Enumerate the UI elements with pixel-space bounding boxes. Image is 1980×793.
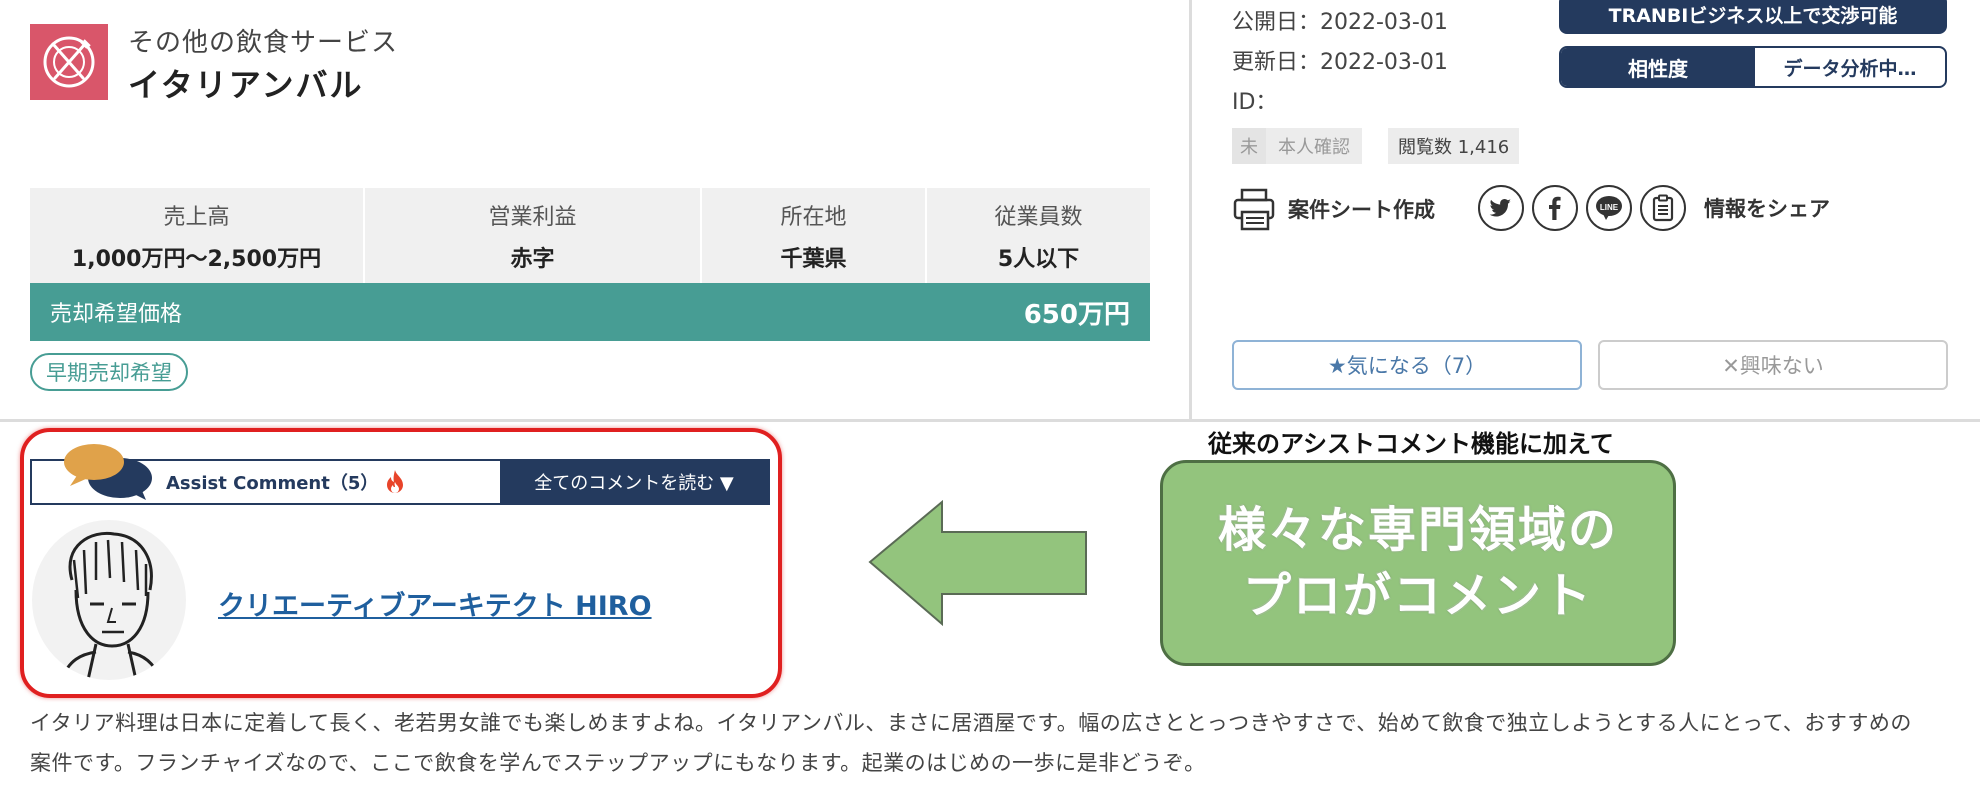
- verification-label: 本人確認: [1278, 137, 1350, 158]
- clipboard-icon[interactable]: [1640, 185, 1686, 231]
- stat-employees: 従業員数 5人以下: [927, 188, 1150, 283]
- annotation-caption: 従来のアシストコメント機能に加えて: [1208, 430, 1614, 458]
- compatibility-status: データ分析中…: [1783, 57, 1917, 80]
- unverified-mark: 未: [1232, 128, 1266, 164]
- promo-line-1: 様々な専門領域の: [1217, 502, 1618, 558]
- category-icon: [30, 24, 108, 100]
- stat-value: 千葉県: [780, 246, 847, 272]
- commenter-name-link[interactable]: クリエーティブアーキテクト HIRO: [218, 584, 652, 623]
- tranbi-plan-button[interactable]: TRANBIビジネス以上で交渉可能: [1559, 0, 1947, 34]
- promo-box: 様々な専門領域の プロがコメント: [1160, 460, 1676, 666]
- stat-label: 従業員数: [994, 204, 1083, 230]
- share-bar: LINE 情報をシェア: [1478, 185, 1830, 231]
- stats-table: 売上高 1,000万円〜2,500万円 営業利益 赤字 所在地 千葉県 従業員数…: [30, 188, 1150, 283]
- left-arrow-icon: [868, 500, 1087, 627]
- not-interested-button[interactable]: ✕興味ない: [1598, 340, 1948, 390]
- twitter-icon[interactable]: [1478, 185, 1524, 231]
- stat-label: 所在地: [780, 204, 847, 230]
- updated-date: 更新日：2022-03-01: [1232, 50, 1448, 75]
- category-subtitle: その他の飲食サービス: [128, 28, 399, 58]
- vertical-divider: [1189, 0, 1192, 420]
- identity-verification-badge: 未 本人確認: [1232, 128, 1362, 164]
- listing-description: イタリア料理は日本に定着して長く、老若男女誰でも楽しめますよね。イタリアンバル、…: [30, 711, 1912, 775]
- stat-value: 1,000万円〜2,500万円: [71, 246, 322, 272]
- compatibility-label: 相性度: [1561, 48, 1755, 86]
- horizontal-divider: [0, 419, 1980, 422]
- asking-price-bar: 売却希望価格 650万円: [30, 283, 1150, 341]
- early-sale-tag[interactable]: 早期売却希望: [30, 353, 188, 391]
- stat-operating-profit: 営業利益 赤字: [365, 188, 702, 283]
- line-icon[interactable]: LINE: [1586, 185, 1632, 231]
- promo-line-2: プロがコメント: [1242, 568, 1593, 624]
- commenter-avatar[interactable]: [32, 520, 186, 680]
- speech-bubbles-icon: [64, 444, 152, 500]
- fire-icon: [387, 470, 404, 493]
- stat-location: 所在地 千葉県: [702, 188, 927, 283]
- stat-label: 売上高: [163, 204, 230, 230]
- create-sheet-label: 案件シート作成: [1288, 198, 1435, 222]
- assist-comment-title: Assist Comment（5）: [166, 473, 379, 494]
- facebook-icon[interactable]: [1532, 185, 1578, 231]
- stat-value: 赤字: [510, 246, 555, 272]
- favorite-button[interactable]: ★気になる（7）: [1232, 340, 1582, 390]
- stat-revenue: 売上高 1,000万円〜2,500万円: [30, 188, 365, 283]
- published-date: 公開日：2022-03-01: [1232, 10, 1448, 35]
- asking-price-value: 650万円: [1023, 299, 1130, 330]
- stat-value: 5人以下: [997, 246, 1080, 272]
- asking-price-label: 売却希望価格: [50, 302, 183, 327]
- stat-label: 営業利益: [488, 204, 577, 230]
- fork-knife-plate-icon: [43, 36, 95, 88]
- listing-id: ID：: [1232, 90, 1278, 115]
- printer-icon: [1233, 188, 1275, 231]
- read-all-comments-button[interactable]: 全てのコメントを読む ▼: [500, 461, 768, 503]
- listing-title: イタリアンバル: [128, 66, 364, 104]
- share-label: 情報をシェア: [1704, 197, 1830, 221]
- compatibility-indicator[interactable]: 相性度 データ分析中…: [1559, 46, 1947, 88]
- svg-text:LINE: LINE: [1600, 203, 1619, 212]
- view-count-badge: 閲覧数 1,416: [1388, 128, 1520, 164]
- create-sheet-button[interactable]: 案件シート作成: [1232, 186, 1435, 232]
- avatar-illustration: [60, 531, 162, 680]
